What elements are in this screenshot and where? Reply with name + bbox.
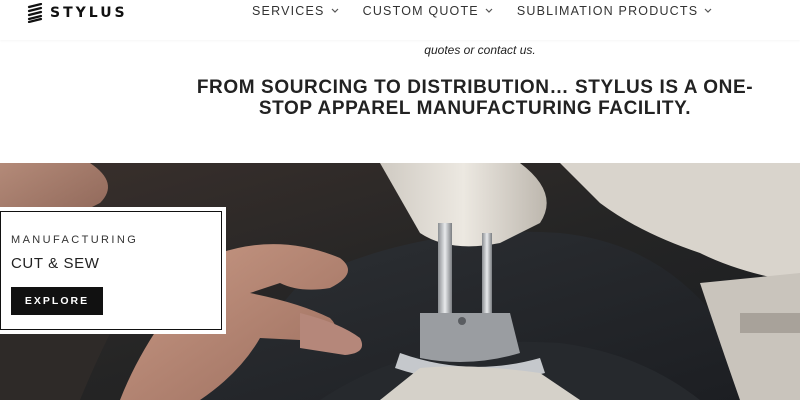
page-headline: FROM SOURCING TO DISTRIBUTION… STYLUS IS…: [180, 77, 770, 119]
logo[interactable]: STYLUS: [26, 2, 128, 24]
main-nav: SERVICES CUSTOM QUOTE SUBLIMATION PRODUC…: [252, 4, 712, 18]
logo-text: STYLUS: [50, 5, 128, 21]
card-border: MANUFACTURING CUT & SEW EXPLORE: [0, 211, 222, 330]
chevron-down-icon: [331, 8, 339, 13]
stylus-logo-icon: [27, 3, 43, 23]
explore-button[interactable]: EXPLORE: [11, 287, 103, 315]
intro-note: quotes or contact us.: [424, 43, 536, 57]
nav-item-label: SUBLIMATION PRODUCTS: [516, 4, 699, 18]
headline-line-1: FROM SOURCING TO DISTRIBUTION… STYLUS IS…: [196, 77, 754, 98]
chevron-down-icon: [704, 8, 712, 13]
nav-item-sublimation-products[interactable]: SUBLIMATION PRODUCTS: [517, 4, 712, 18]
nav-item-label: SERVICES: [252, 4, 325, 18]
site-header: STYLUS SERVICES CUSTOM QUOTE SUBLIMATION…: [0, 0, 800, 40]
card-kicker: MANUFACTURING: [11, 234, 139, 246]
service-card: MANUFACTURING CUT & SEW EXPLORE: [0, 207, 226, 334]
headline-line-2: STOP APPAREL MANUFACTURING FACILITY.: [258, 98, 692, 119]
nav-item-label: CUSTOM QUOTE: [362, 4, 479, 18]
nav-item-services[interactable]: SERVICES: [252, 4, 339, 18]
card-title: CUT & SEW: [11, 255, 100, 272]
chevron-down-icon: [485, 8, 493, 13]
nav-item-custom-quote[interactable]: CUSTOM QUOTE: [363, 4, 493, 18]
